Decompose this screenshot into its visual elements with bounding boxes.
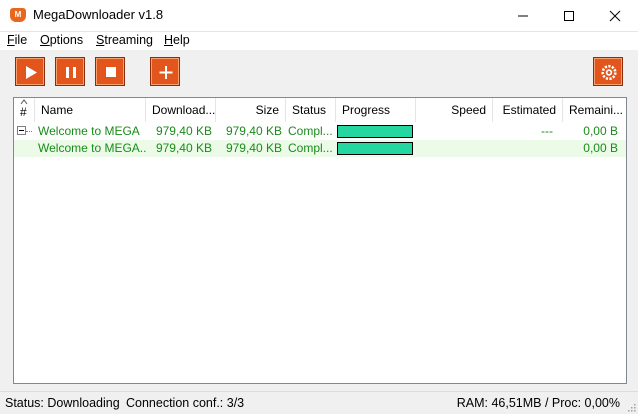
col-header-downloaded[interactable]: Download... (146, 98, 216, 122)
row-estimated: --- (541, 124, 553, 138)
row-remaining: 0,00 B (583, 141, 618, 155)
col-header-number[interactable]: # (14, 98, 35, 122)
col-header-speed[interactable]: Speed (416, 98, 493, 122)
row-remaining: 0,00 B (583, 124, 618, 138)
window-title: MegaDownloader v1.8 (33, 7, 164, 22)
col-header-size[interactable]: Size (216, 98, 286, 122)
col-header-remaining[interactable]: Remaini... (563, 98, 626, 122)
list-header: # Name Download... Size Status Progress … (14, 98, 626, 122)
play-icon (26, 66, 37, 79)
table-row[interactable]: Welcome to MEGA.... 979,40 KB 979,40 KB … (14, 140, 626, 157)
stop-icon (106, 67, 116, 77)
row-name: Welcome to MEGA.... (38, 141, 146, 155)
minimize-button[interactable] (500, 0, 546, 31)
resize-grip-icon[interactable] (626, 402, 636, 412)
start-button[interactable] (15, 57, 45, 86)
gear-icon (601, 64, 617, 81)
add-link-button[interactable] (150, 57, 180, 86)
title-bar: M MegaDownloader v1.8 (0, 0, 638, 32)
add-icon (159, 66, 173, 79)
minimize-icon (518, 15, 528, 17)
col-header-name[interactable]: Name (35, 98, 146, 122)
menu-streaming[interactable]: Streaming (96, 33, 153, 47)
maximize-icon (564, 11, 574, 21)
row-status: Compl... (288, 141, 333, 155)
col-header-progress[interactable]: Progress (336, 98, 416, 122)
menu-bar: File Options Streaming Help (0, 32, 638, 50)
row-size: 979,40 KB (225, 141, 282, 155)
col-header-estimated[interactable]: Estimated (493, 98, 563, 122)
download-list[interactable]: # Name Download... Size Status Progress … (13, 97, 627, 384)
row-downloaded: 979,40 KB (155, 141, 212, 155)
resource-usage: RAM: 46,51MB / Proc: 0,00% (456, 396, 620, 410)
row-status: Compl... (288, 124, 333, 138)
menu-options[interactable]: Options (40, 33, 83, 47)
pause-button[interactable] (55, 57, 85, 86)
maximize-button[interactable] (546, 0, 592, 31)
tree-connector (26, 131, 32, 133)
menu-file[interactable]: File (7, 33, 27, 47)
table-row[interactable]: Welcome to MEGA 979,40 KB 979,40 KB Comp… (14, 123, 626, 140)
close-icon (609, 10, 621, 22)
close-button[interactable] (592, 0, 638, 31)
pause-icon (66, 67, 76, 78)
progress-fill (338, 143, 412, 154)
row-speed (416, 123, 493, 140)
status-bar: Status: Downloading Connection conf.: 3/… (0, 391, 638, 414)
row-progress-bar (337, 142, 413, 155)
connection-status: Connection conf.: 3/3 (126, 396, 245, 410)
settings-button[interactable] (593, 57, 623, 86)
stop-button[interactable] (95, 57, 125, 86)
mega-app-icon: M (10, 8, 26, 22)
row-progress-bar (337, 125, 413, 138)
row-name: Welcome to MEGA (38, 124, 140, 138)
progress-fill (338, 126, 412, 137)
row-speed (416, 140, 493, 157)
collapse-icon[interactable] (17, 126, 26, 135)
row-size: 979,40 KB (225, 124, 282, 138)
col-header-status[interactable]: Status (286, 98, 336, 122)
row-downloaded: 979,40 KB (155, 124, 212, 138)
menu-help[interactable]: Help (164, 33, 190, 47)
row-estimated (493, 140, 557, 157)
status-text: Status: Downloading (5, 396, 120, 410)
